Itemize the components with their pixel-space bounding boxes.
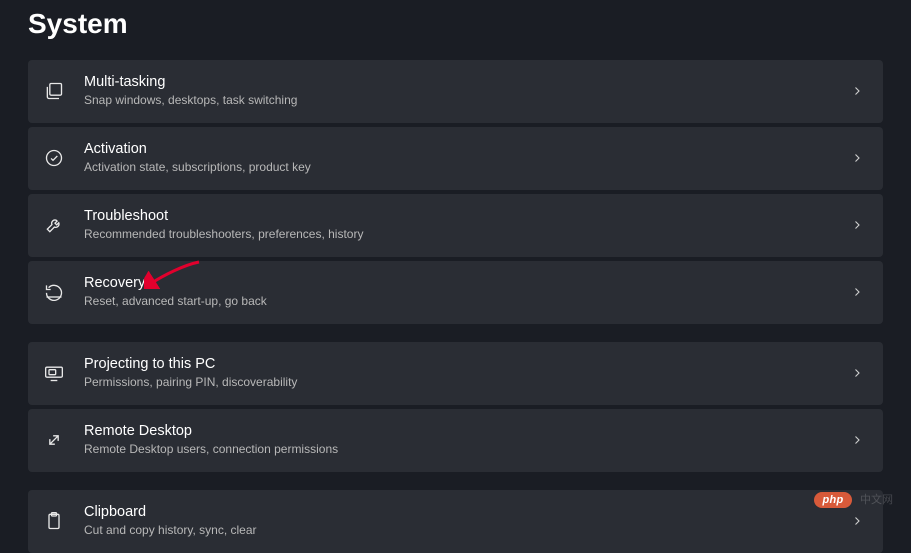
item-title: Recovery bbox=[84, 275, 849, 292]
chevron-right-icon bbox=[849, 367, 865, 379]
chevron-right-icon bbox=[849, 85, 865, 97]
projecting-icon bbox=[44, 363, 64, 383]
settings-item-clipboard[interactable]: Clipboard Cut and copy history, sync, cl… bbox=[28, 490, 883, 553]
activation-icon bbox=[44, 148, 64, 168]
page-title: System bbox=[28, 8, 883, 40]
chevron-right-icon bbox=[849, 515, 865, 527]
settings-item-remote-desktop[interactable]: Remote Desktop Remote Desktop users, con… bbox=[28, 409, 883, 472]
item-subtitle: Permissions, pairing PIN, discoverabilit… bbox=[84, 375, 849, 391]
clipboard-icon bbox=[44, 511, 64, 531]
item-title: Multi-tasking bbox=[84, 74, 849, 91]
chevron-right-icon bbox=[849, 286, 865, 298]
item-subtitle: Reset, advanced start-up, go back bbox=[84, 294, 849, 310]
multitasking-icon bbox=[44, 81, 64, 101]
settings-item-troubleshoot[interactable]: Troubleshoot Recommended troubleshooters… bbox=[28, 194, 883, 257]
item-subtitle: Remote Desktop users, connection permiss… bbox=[84, 442, 849, 458]
item-title: Remote Desktop bbox=[84, 423, 849, 440]
item-title: Projecting to this PC bbox=[84, 356, 849, 373]
settings-item-activation[interactable]: Activation Activation state, subscriptio… bbox=[28, 127, 883, 190]
settings-item-projecting[interactable]: Projecting to this PC Permissions, pairi… bbox=[28, 342, 883, 405]
item-subtitle: Snap windows, desktops, task switching bbox=[84, 93, 849, 109]
item-subtitle: Activation state, subscriptions, product… bbox=[84, 160, 849, 176]
chevron-right-icon bbox=[849, 152, 865, 164]
item-title: Activation bbox=[84, 141, 849, 158]
settings-item-recovery[interactable]: Recovery Reset, advanced start-up, go ba… bbox=[28, 261, 883, 324]
chevron-right-icon bbox=[849, 219, 865, 231]
recovery-icon bbox=[44, 282, 64, 302]
chevron-right-icon bbox=[849, 434, 865, 446]
item-subtitle: Cut and copy history, sync, clear bbox=[84, 523, 849, 539]
settings-item-multitasking[interactable]: Multi-tasking Snap windows, desktops, ta… bbox=[28, 60, 883, 123]
item-subtitle: Recommended troubleshooters, preferences… bbox=[84, 227, 849, 243]
settings-list: Multi-tasking Snap windows, desktops, ta… bbox=[28, 60, 883, 553]
troubleshoot-icon bbox=[44, 215, 64, 235]
item-title: Troubleshoot bbox=[84, 208, 849, 225]
remote-desktop-icon bbox=[44, 430, 64, 450]
item-title: Clipboard bbox=[84, 504, 849, 521]
